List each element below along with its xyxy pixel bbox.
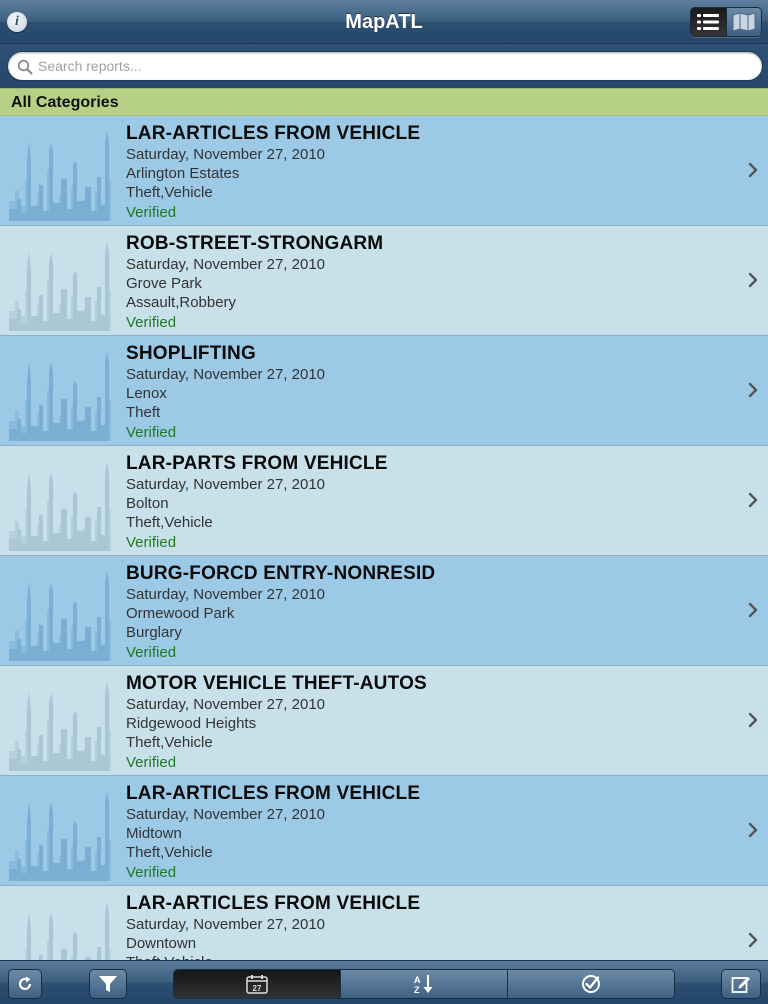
section-header: All Categories xyxy=(0,88,768,116)
list-item[interactable]: MOTOR VEHICLE THEFT-AUTOS Saturday, Novem… xyxy=(0,666,768,776)
report-date: Saturday, November 27, 2010 xyxy=(126,916,326,933)
chevron-right-icon xyxy=(748,272,758,288)
skyline-thumbnail xyxy=(7,231,114,331)
report-title: LAR-PARTS FROM VEHICLE xyxy=(126,453,388,474)
report-categories: Assault,Robbery xyxy=(126,294,237,311)
calendar-icon: 27 xyxy=(246,975,268,994)
report-title: LAR-ARTICLES FROM VEHICLE xyxy=(126,783,421,804)
report-location: Grove Park xyxy=(126,275,202,292)
report-status: Verified xyxy=(126,534,177,551)
sort-verified-segment[interactable] xyxy=(507,970,674,998)
report-status: Verified xyxy=(126,754,177,771)
search-bar xyxy=(0,44,768,88)
sort-segmented-control: 27 A Z xyxy=(173,969,675,999)
sort-az-icon: A Z xyxy=(414,975,433,995)
report-location: Arlington Estates xyxy=(126,165,240,182)
skyline-thumbnail xyxy=(7,561,114,661)
report-status: Verified xyxy=(126,424,177,441)
report-location: Downtown xyxy=(126,935,197,952)
page-title: MapATL xyxy=(345,11,423,33)
report-title: LAR-ARTICLES FROM VEHICLE xyxy=(126,123,421,144)
report-categories: Theft xyxy=(126,404,161,421)
calendar-day-label: 27 xyxy=(253,984,262,993)
list-view-button[interactable] xyxy=(691,8,726,36)
list-item[interactable]: LAR-ARTICLES FROM VEHICLE Saturday, Novem… xyxy=(0,776,768,886)
report-location: Lenox xyxy=(126,385,167,402)
list-item[interactable]: ROB-STREET-STRONGARM Saturday, November 2… xyxy=(0,226,768,336)
skyline-thumbnail xyxy=(7,671,114,771)
search-icon xyxy=(17,59,33,75)
report-list[interactable]: LAR-ARTICLES FROM VEHICLE Saturday, Novem… xyxy=(0,116,768,960)
chevron-right-icon xyxy=(748,602,758,618)
report-title: LAR-ARTICLES FROM VEHICLE xyxy=(126,893,421,914)
checkmark-icon xyxy=(582,975,600,993)
chevron-right-icon xyxy=(748,822,758,838)
report-date: Saturday, November 27, 2010 xyxy=(126,586,326,603)
sort-alpha-segment[interactable]: A Z xyxy=(340,970,507,998)
map-icon xyxy=(732,12,756,32)
report-date: Saturday, November 27, 2010 xyxy=(126,476,326,493)
filter-icon xyxy=(99,976,117,992)
view-toggle xyxy=(690,7,762,37)
list-item[interactable]: LAR-PARTS FROM VEHICLE Saturday, November… xyxy=(0,446,768,556)
report-categories: Theft,Vehicle xyxy=(126,184,213,201)
chevron-right-icon xyxy=(748,382,758,398)
bottom-toolbar: 27 A Z xyxy=(0,960,768,1004)
skyline-thumbnail xyxy=(7,341,114,441)
report-location: Ridgewood Heights xyxy=(126,715,257,732)
svg-text:Z: Z xyxy=(414,985,420,995)
report-title: ROB-STREET-STRONGARM xyxy=(126,233,384,254)
search-input[interactable] xyxy=(38,56,738,76)
refresh-icon xyxy=(18,976,32,990)
report-categories: Theft,Vehicle xyxy=(126,844,213,861)
navigation-bar: i MapATL xyxy=(0,0,768,44)
compose-button[interactable] xyxy=(721,969,761,999)
skyline-thumbnail xyxy=(7,891,114,960)
report-location: Midtown xyxy=(126,825,182,842)
compose-icon xyxy=(731,977,750,993)
report-title: MOTOR VEHICLE THEFT-AUTOS xyxy=(126,673,427,694)
list-item[interactable]: LAR-ARTICLES FROM VEHICLE Saturday, Novem… xyxy=(0,886,768,960)
skyline-thumbnail xyxy=(7,451,114,551)
list-icon xyxy=(697,14,720,30)
chevron-right-icon xyxy=(748,492,758,508)
filter-button[interactable] xyxy=(89,969,127,999)
report-date: Saturday, November 27, 2010 xyxy=(126,806,326,823)
report-status: Verified xyxy=(126,204,177,221)
report-title: BURG-FORCD ENTRY-NONRESID xyxy=(126,563,436,584)
skyline-thumbnail xyxy=(7,781,114,881)
report-categories: Theft,Vehicle xyxy=(126,514,213,531)
report-date: Saturday, November 27, 2010 xyxy=(126,696,326,713)
report-status: Verified xyxy=(126,314,177,331)
map-view-button[interactable] xyxy=(725,8,761,36)
list-item[interactable]: SHOPLIFTING Saturday, November 27, 2010 Le… xyxy=(0,336,768,446)
report-status: Verified xyxy=(126,864,177,881)
sort-date-segment[interactable]: 27 xyxy=(174,970,340,998)
chevron-right-icon xyxy=(748,712,758,728)
report-date: Saturday, November 27, 2010 xyxy=(126,366,326,383)
list-item[interactable]: BURG-FORCD ENTRY-NONRESID Saturday, Novem… xyxy=(0,556,768,666)
list-item[interactable]: LAR-ARTICLES FROM VEHICLE Saturday, Novem… xyxy=(0,116,768,226)
report-date: Saturday, November 27, 2010 xyxy=(126,146,326,163)
report-date: Saturday, November 27, 2010 xyxy=(126,256,326,273)
report-title: SHOPLIFTING xyxy=(126,343,256,364)
report-categories: Burglary xyxy=(126,624,182,641)
search-field[interactable] xyxy=(7,51,763,81)
report-location: Ormewood Park xyxy=(126,605,235,622)
report-categories: Theft,Vehicle xyxy=(126,734,213,751)
skyline-thumbnail xyxy=(7,121,114,221)
report-location: Bolton xyxy=(126,495,169,512)
refresh-button[interactable] xyxy=(8,969,42,999)
svg-text:A: A xyxy=(414,975,421,985)
report-status: Verified xyxy=(126,644,177,661)
chevron-right-icon xyxy=(748,162,758,178)
chevron-right-icon xyxy=(748,932,758,948)
